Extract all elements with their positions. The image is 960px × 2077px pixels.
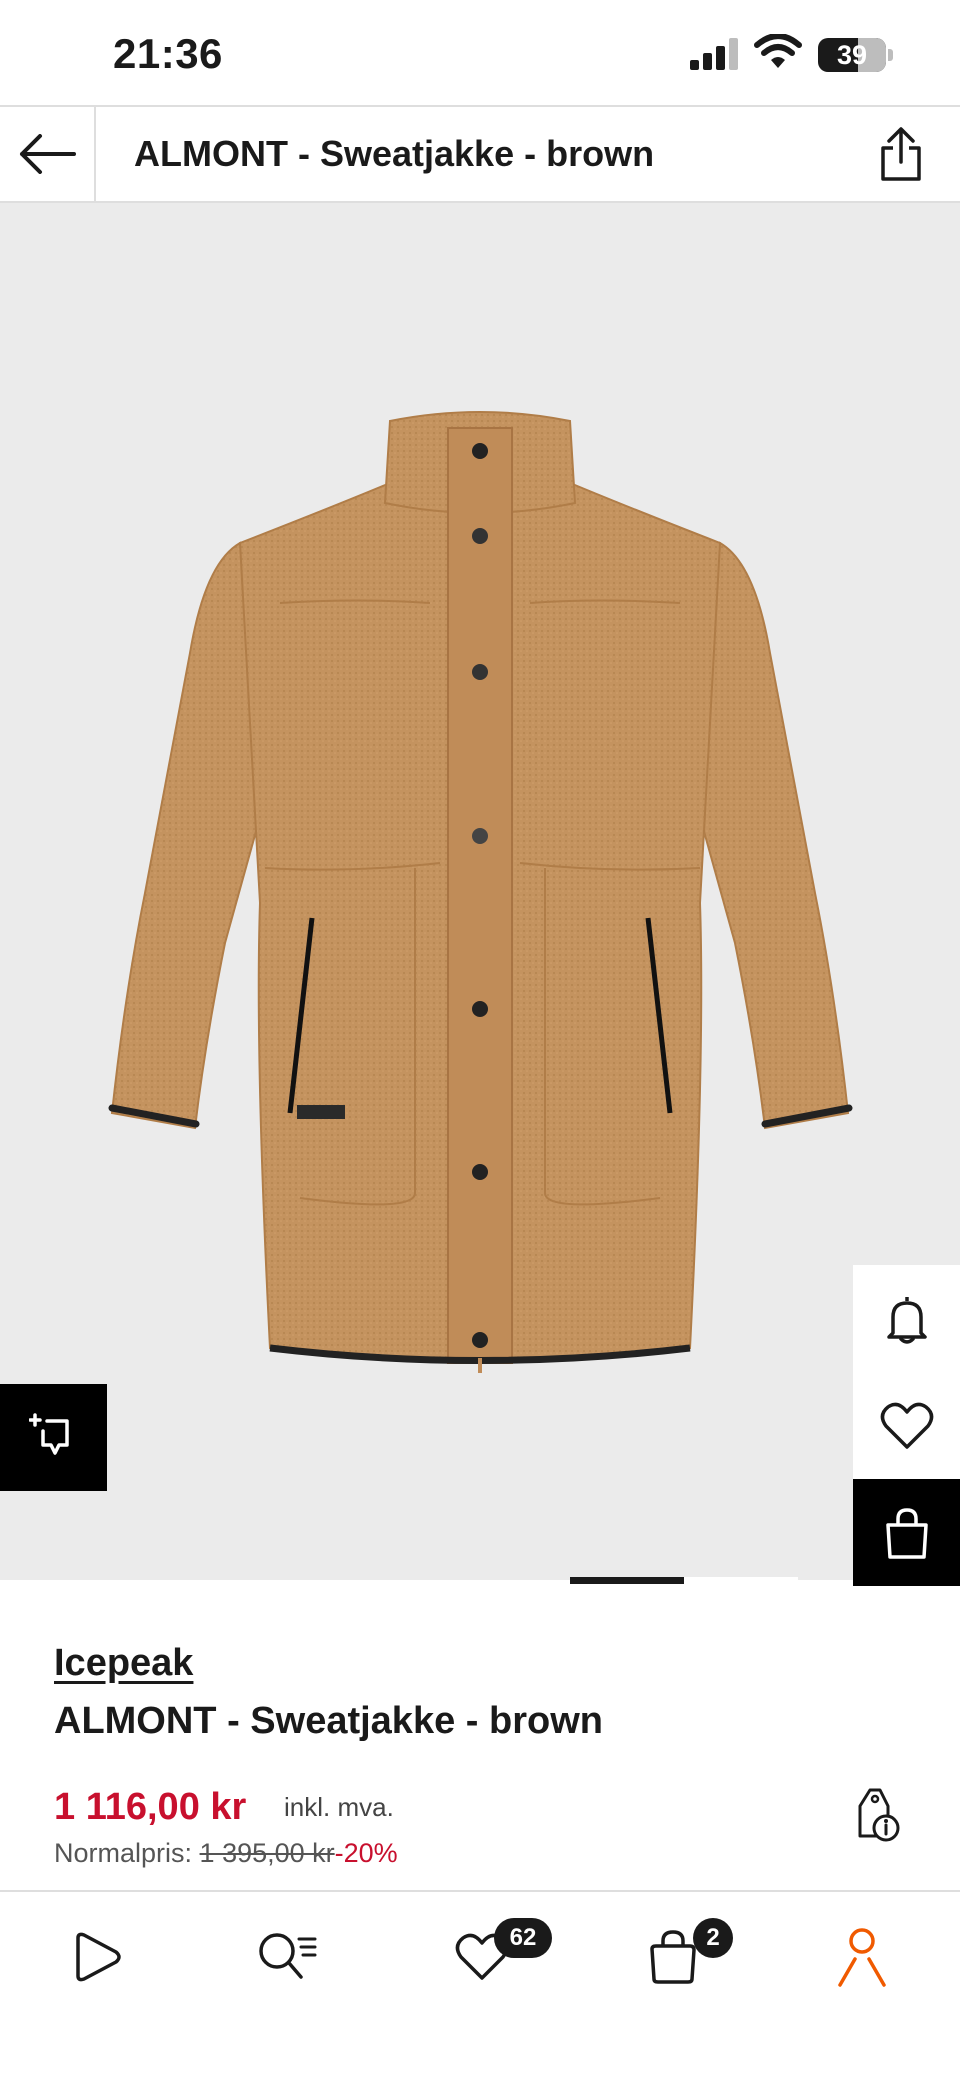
heart-icon <box>880 1402 933 1449</box>
bell-icon <box>886 1296 927 1344</box>
notify-button[interactable] <box>853 1265 960 1372</box>
crop-search-icon <box>28 1412 69 1455</box>
signal-icon <box>690 38 738 70</box>
brand-link[interactable]: Icepeak <box>54 1642 193 1685</box>
vat-note: inkl. mva. <box>284 1792 394 1822</box>
jacket-illustration <box>108 411 853 1373</box>
battery-indicator: 39 <box>818 38 886 72</box>
arrow-left-icon <box>20 134 76 174</box>
product-image[interactable] <box>0 203 960 1580</box>
nav-profile[interactable] <box>827 1922 897 1992</box>
share-icon <box>881 127 921 181</box>
image-carousel-indicator <box>570 1577 684 1584</box>
share-button[interactable] <box>870 123 932 185</box>
bag-count-badge: 2 <box>693 1918 733 1958</box>
product-actions <box>853 1265 960 1586</box>
shopping-bag-icon <box>885 1507 928 1559</box>
price-info-icon[interactable] <box>850 1784 902 1842</box>
battery-level: 39 <box>836 40 868 70</box>
status-time: 21:36 <box>113 30 223 77</box>
header-title: ALMONT - Sweatjakke - brown <box>134 133 655 174</box>
bag-icon <box>650 1930 696 1984</box>
normal-price-label: Normalpris: <box>54 1838 193 1868</box>
home-icon <box>76 1932 121 1982</box>
add-to-bag-button[interactable] <box>853 1479 960 1586</box>
status-bar: 21:36 39 <box>0 0 960 105</box>
normal-price: 1 395,00 kr <box>199 1838 335 1868</box>
bottom-navigation: 62 2 <box>0 1890 960 2077</box>
search-icon <box>259 1933 317 1979</box>
discount-badge: -20% <box>334 1838 398 1868</box>
wifi-icon <box>754 34 802 68</box>
normal-price-line: Normalpris: 1 395,00 kr-20% <box>54 1838 398 1869</box>
profile-icon <box>838 1928 886 1987</box>
top-bar: ALMONT - Sweatjakke - brown <box>0 105 960 203</box>
nav-search[interactable] <box>253 1922 323 1992</box>
wishlist-button[interactable] <box>853 1372 960 1479</box>
visual-search-button[interactable] <box>0 1384 107 1491</box>
wishlist-count-badge: 62 <box>494 1918 552 1958</box>
current-price: 1 116,00 kr <box>54 1786 247 1828</box>
nav-home[interactable] <box>62 1922 132 1992</box>
back-button[interactable] <box>0 107 96 201</box>
product-name: ALMONT - Sweatjakke - brown <box>54 1700 603 1742</box>
